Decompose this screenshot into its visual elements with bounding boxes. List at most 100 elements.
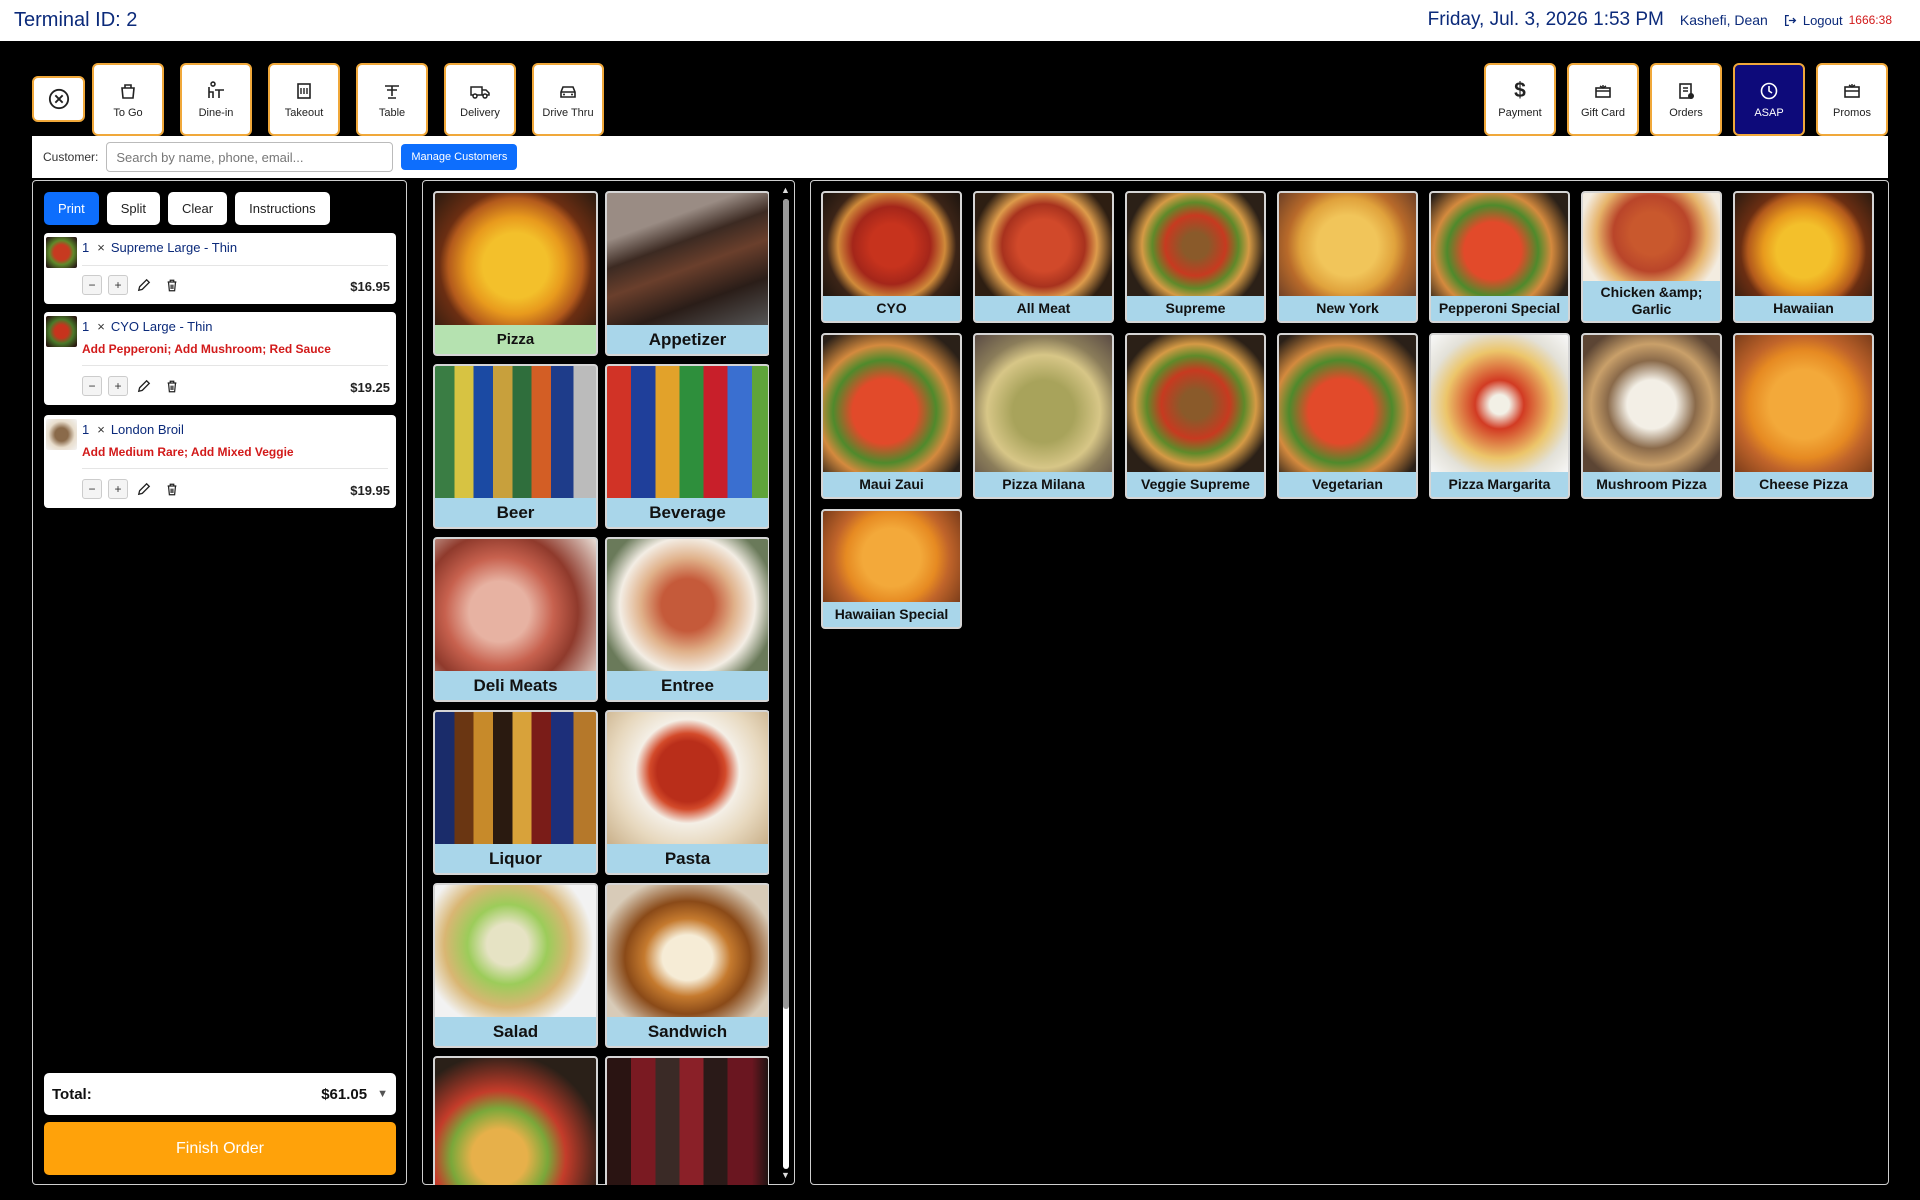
caret-down-icon[interactable]: ▼ [377, 1088, 388, 1100]
item-thumbnail [46, 237, 77, 268]
category-panel: Pizza Appetizer Beer Beverage Deli Meats… [422, 180, 795, 1185]
user-name: Kashefi, Dean [1679, 12, 1768, 28]
product-image [823, 511, 960, 604]
instructions-button[interactable]: Instructions [235, 192, 330, 225]
total-value: $61.05 [321, 1085, 368, 1103]
product-tile[interactable]: Mushroom Pizza [1581, 333, 1722, 499]
customer-search-input[interactable] [106, 142, 394, 172]
product-tile[interactable]: Hawaiian [1733, 191, 1874, 323]
category-deli-meats[interactable]: Deli Meats [433, 537, 598, 702]
item-qty: 1 [82, 319, 90, 334]
increase-qty-button[interactable]: + [108, 376, 128, 396]
logout-link[interactable]: Logout 1666:38 [1784, 13, 1892, 28]
category-liquor[interactable]: Liquor [433, 710, 598, 875]
manage-customers-button[interactable]: Manage Customers [401, 144, 518, 170]
logout-icon [1784, 14, 1797, 26]
customer-label: Customer: [43, 150, 99, 164]
product-tile[interactable]: Maui Zaui [821, 333, 962, 499]
category-beer[interactable]: Beer [433, 364, 598, 529]
item-price: $16.95 [350, 279, 390, 294]
finish-order-button[interactable]: Finish Order [44, 1122, 396, 1175]
product-tile[interactable]: Cheese Pizza [1733, 333, 1874, 499]
product-tile[interactable]: Pizza Milana [973, 333, 1114, 499]
drive-thru-button[interactable]: Drive Thru [532, 63, 604, 136]
order-item[interactable]: 1 × CYO Large - Thin Add Pepperoni; Add Mu… [44, 312, 396, 405]
print-button[interactable]: Print [44, 192, 99, 225]
promos-button[interactable]: Promos [1816, 63, 1888, 136]
gift-card-button[interactable]: Gift Card [1567, 63, 1639, 136]
edit-icon[interactable] [134, 479, 154, 499]
order-item[interactable]: 1 × London Broil Add Medium Rare; Add Mixe… [44, 415, 396, 508]
takeout-button[interactable]: Takeout [268, 63, 340, 136]
product-tile[interactable]: CYO [821, 191, 962, 323]
gift-card-icon [1595, 84, 1611, 98]
dollar-icon: $ [1514, 78, 1526, 102]
product-tile[interactable]: Hawaiian Special [821, 509, 962, 629]
product-tile[interactable]: All Meat [973, 191, 1114, 323]
product-panel: CYO All Meat Supreme New York Pepperoni … [810, 180, 1889, 1185]
decrease-qty-button[interactable]: − [82, 479, 102, 499]
takeout-icon [297, 82, 311, 99]
product-image [975, 335, 1112, 474]
dine-in-button[interactable]: Dine-in [180, 63, 252, 136]
item-name: CYO Large - Thin [110, 319, 213, 334]
category-entree[interactable]: Entree [605, 537, 769, 702]
category-beverage[interactable]: Beverage [605, 364, 769, 529]
category-appetizer[interactable]: Appetizer [605, 191, 769, 356]
scroll-up-icon[interactable]: ▲ [781, 185, 790, 195]
product-image [975, 193, 1112, 298]
product-tile[interactable]: Vegetarian [1277, 333, 1418, 499]
item-name: London Broil [110, 422, 184, 437]
orders-button[interactable]: Orders [1650, 63, 1722, 136]
category-image [607, 712, 768, 844]
item-thumbnail [46, 419, 77, 450]
delivery-button[interactable]: Delivery [444, 63, 516, 136]
to-go-button[interactable]: To Go [92, 63, 164, 136]
split-button[interactable]: Split [106, 192, 161, 225]
category-scrollbar[interactable]: ▲ ▼ [780, 185, 792, 1182]
customer-bar: Customer: Manage Customers [32, 136, 1888, 178]
category-sandwich[interactable]: Sandwich [605, 883, 769, 1048]
table-button[interactable]: Table [356, 63, 428, 136]
asap-button[interactable]: ASAP [1733, 63, 1805, 136]
product-image [1127, 335, 1264, 474]
increase-qty-button[interactable]: + [108, 479, 128, 499]
edit-icon[interactable] [134, 275, 154, 295]
payment-button[interactable]: $ Payment [1484, 63, 1556, 136]
product-image [1431, 193, 1568, 298]
category-salad[interactable]: Salad [433, 883, 598, 1048]
clear-button[interactable]: Clear [168, 192, 228, 225]
product-tile[interactable]: Veggie Supreme [1125, 333, 1266, 499]
product-tile[interactable]: Pizza Margarita [1429, 333, 1570, 499]
category-image [607, 1058, 768, 1185]
terminal-id: Terminal ID: 2 [14, 9, 138, 31]
category-image [607, 366, 768, 498]
decrease-qty-button[interactable]: − [82, 275, 102, 295]
increase-qty-button[interactable]: + [108, 275, 128, 295]
category-pizza[interactable]: Pizza [433, 191, 598, 356]
product-image [1127, 193, 1264, 298]
product-image [1279, 335, 1416, 474]
category-wine[interactable] [605, 1056, 769, 1185]
category-image [435, 193, 596, 325]
product-tile[interactable]: Chicken &amp; Garlic [1581, 191, 1722, 323]
category-pasta[interactable]: Pasta [605, 710, 769, 875]
order-item[interactable]: 1 × Supreme Large - Thin − + $16.95 [44, 233, 396, 304]
cancel-order-button[interactable] [32, 76, 85, 122]
category-tacos[interactable] [433, 1056, 598, 1185]
edit-icon[interactable] [134, 376, 154, 396]
session-timer: 1666:38 [1848, 13, 1892, 27]
decrease-qty-button[interactable]: − [82, 376, 102, 396]
item-modifiers: Add Pepperoni; Add Mushroom; Red Sauce [82, 342, 331, 356]
item-name: Supreme Large - Thin [110, 240, 238, 255]
scroll-down-icon[interactable]: ▼ [781, 1170, 790, 1180]
trash-icon[interactable] [162, 376, 182, 396]
product-tile[interactable]: New York [1277, 191, 1418, 323]
product-tile[interactable]: Supreme [1125, 191, 1266, 323]
product-tile[interactable]: Pepperoni Special [1429, 191, 1570, 323]
item-modifiers: Add Medium Rare; Add Mixed Veggie [82, 445, 294, 459]
product-image [1735, 193, 1872, 298]
trash-icon[interactable] [162, 275, 182, 295]
scroll-thumb[interactable] [783, 199, 789, 1009]
trash-icon[interactable] [162, 479, 182, 499]
